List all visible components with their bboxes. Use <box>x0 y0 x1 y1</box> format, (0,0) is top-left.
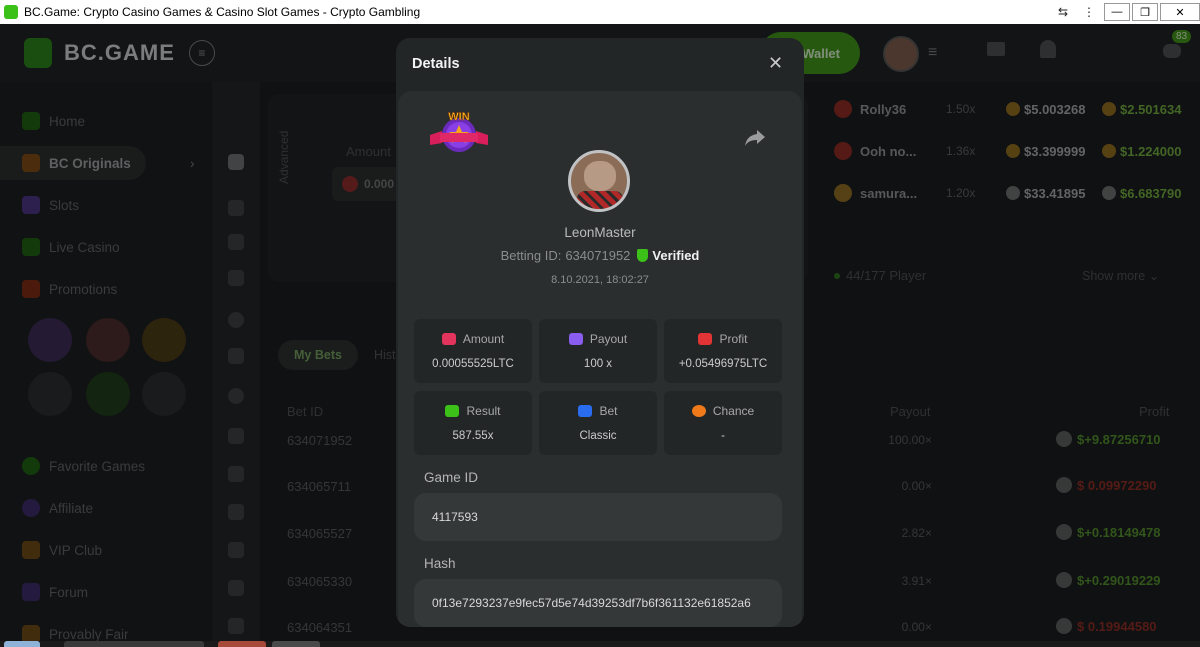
window-titlebar: BC.Game: Crypto Casino Games & Casino Sl… <box>0 0 1200 24</box>
win-badge-icon: WIN <box>430 111 488 152</box>
amount-icon <box>441 333 456 345</box>
stat-payout: Payout 100 x <box>539 319 657 383</box>
close-icon[interactable]: ✕ <box>768 54 783 72</box>
taskbar-search[interactable] <box>64 641 204 647</box>
stat-label: Bet <box>599 404 618 418</box>
stat-label: Amount <box>462 332 505 346</box>
betting-id-line: Betting ID: 634071952 Verified <box>398 248 802 263</box>
minimize-button[interactable]: — <box>1104 3 1130 21</box>
avatar-dog-image <box>584 161 616 191</box>
translate-icon[interactable]: ⇆ <box>1050 0 1076 24</box>
game-id-label: Game ID <box>424 470 479 485</box>
stat-value: 587.55x <box>452 430 494 442</box>
taskbar-app[interactable] <box>272 641 320 647</box>
result-icon <box>445 405 460 417</box>
avatar-shirt <box>577 191 623 209</box>
chance-icon <box>691 405 706 417</box>
stat-value: 0.00055525LTC <box>432 358 514 370</box>
verified-label[interactable]: Verified <box>652 248 699 263</box>
stat-value: Classic <box>579 430 617 442</box>
bet-icon <box>578 405 593 417</box>
verified-shield-icon <box>637 249 649 262</box>
stat-value: 100 x <box>583 358 613 370</box>
betting-id-value: 634071952 <box>565 248 631 263</box>
profit-icon <box>698 333 713 345</box>
game-id-field[interactable]: 4117593 <box>414 493 782 541</box>
maximize-button[interactable]: ❐ <box>1132 3 1158 21</box>
stat-profit: Profit +0.05496975LTC <box>664 319 782 383</box>
stat-label: Result <box>466 404 501 418</box>
stat-label: Profit <box>719 332 748 346</box>
stat-value: - <box>721 430 725 442</box>
player-avatar <box>568 150 630 212</box>
modal-title: Details <box>412 56 460 72</box>
start-button[interactable] <box>4 641 40 647</box>
hash-label: Hash <box>424 556 456 571</box>
payout-icon <box>568 333 583 345</box>
os-taskbar <box>0 641 1200 647</box>
stat-amount: Amount 0.00055525LTC <box>414 319 532 383</box>
app-root: BC.GAME ≡ Wallet ≡ 83 Home BC Originals … <box>0 24 1200 641</box>
more-vert-icon[interactable]: ⋮ <box>1076 0 1102 24</box>
hash-field[interactable]: 0f13e7293237e9fec57d5e74d39253df7b6f3611… <box>414 579 782 627</box>
player-username: LeonMaster <box>564 225 636 240</box>
win-badge-text: WIN <box>448 111 469 123</box>
bet-details-card: WIN LeonMaster Betting ID: 634071952 Ver… <box>398 91 802 627</box>
bet-details-modal: Details ✕ WIN LeonMaster Betting ID: 634… <box>396 38 804 627</box>
bet-timestamp: 8.10.2021, 18:02:27 <box>551 274 649 286</box>
stat-result: Result 587.55x <box>414 391 532 455</box>
betting-id-label: Betting ID: <box>500 248 562 263</box>
stat-bet: Bet Classic <box>539 391 657 455</box>
stat-value: +0.05496975LTC <box>678 358 768 370</box>
stat-label: Payout <box>589 332 628 346</box>
stat-chance: Chance - <box>664 391 782 455</box>
taskbar-app[interactable] <box>218 641 266 647</box>
close-window-button[interactable]: ✕ <box>1160 3 1200 21</box>
bcgame-app-icon <box>4 5 18 19</box>
share-icon[interactable] <box>744 129 766 147</box>
window-title: BC.Game: Crypto Casino Games & Casino Sl… <box>24 5 421 19</box>
stat-label: Chance <box>712 404 755 418</box>
